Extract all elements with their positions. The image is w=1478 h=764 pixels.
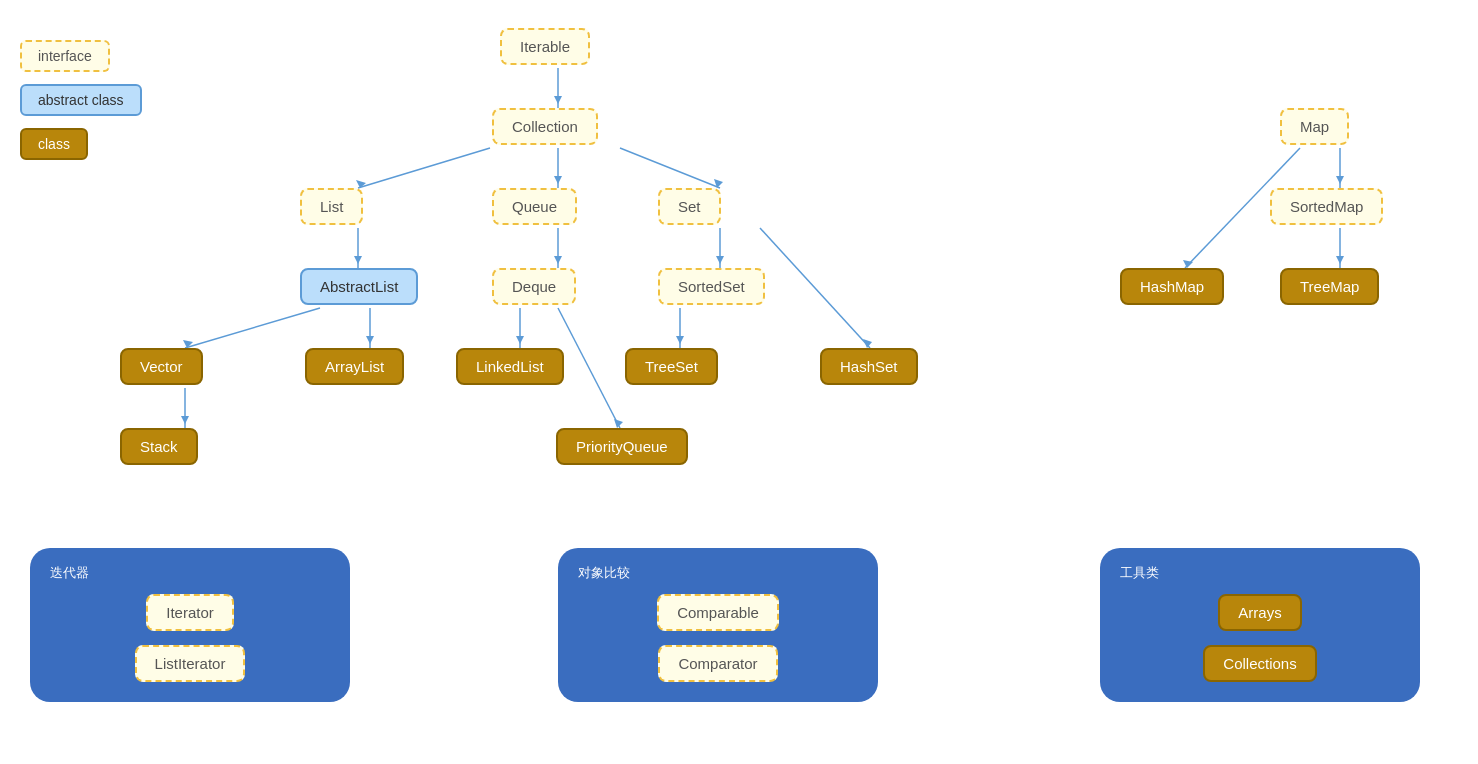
- legend-interface-box: interface: [20, 40, 110, 72]
- group-iterators-label: 迭代器: [50, 564, 330, 582]
- svg-marker-1: [554, 96, 562, 104]
- node-deque: Deque: [492, 268, 576, 305]
- svg-marker-27: [614, 419, 623, 428]
- svg-marker-25: [181, 416, 189, 424]
- svg-marker-19: [516, 336, 524, 344]
- svg-marker-33: [1336, 256, 1344, 264]
- group-utilities-items: Arrays Collections: [1120, 594, 1400, 682]
- node-iterator: Iterator: [146, 594, 234, 631]
- svg-line-14: [185, 308, 320, 348]
- node-arraylist: ArrayList: [305, 348, 404, 385]
- legend-abstract-box: abstract class: [20, 84, 142, 116]
- node-listiterator: ListIterator: [135, 645, 246, 682]
- node-abstractlist: AbstractList: [300, 268, 418, 305]
- svg-marker-29: [1336, 176, 1344, 184]
- group-utilities-label: 工具类: [1120, 564, 1400, 582]
- svg-line-26: [558, 308, 620, 428]
- svg-marker-21: [676, 336, 684, 344]
- svg-marker-3: [356, 180, 366, 188]
- node-arrays: Arrays: [1218, 594, 1301, 631]
- node-set: Set: [658, 188, 721, 225]
- node-comparator: Comparator: [658, 645, 777, 682]
- svg-line-22: [760, 228, 870, 348]
- group-iterators: 迭代器 Iterator ListIterator: [30, 548, 350, 702]
- node-collection: Collection: [492, 108, 598, 145]
- node-vector: Vector: [120, 348, 203, 385]
- diagram-container: interface abstract class class: [0, 0, 1478, 764]
- svg-marker-15: [183, 340, 193, 348]
- legend-interface: interface: [20, 40, 142, 72]
- svg-marker-11: [554, 256, 562, 264]
- node-list: List: [300, 188, 363, 225]
- node-collections: Collections: [1203, 645, 1316, 682]
- node-treeset: TreeSet: [625, 348, 718, 385]
- legend-class: class: [20, 128, 142, 160]
- node-iterable: Iterable: [500, 28, 590, 65]
- legend: interface abstract class class: [20, 40, 142, 160]
- node-sortedset: SortedSet: [658, 268, 765, 305]
- svg-marker-23: [863, 339, 872, 348]
- group-comparators-items: Comparable Comparator: [578, 594, 858, 682]
- group-comparators: 对象比较 Comparable Comparator: [558, 548, 878, 702]
- group-utilities: 工具类 Arrays Collections: [1100, 548, 1420, 702]
- node-stack: Stack: [120, 428, 198, 465]
- svg-line-6: [620, 148, 720, 188]
- svg-marker-17: [366, 336, 374, 344]
- svg-marker-9: [354, 256, 362, 264]
- node-map: Map: [1280, 108, 1349, 145]
- group-iterators-items: Iterator ListIterator: [50, 594, 330, 682]
- node-sortedmap: SortedMap: [1270, 188, 1383, 225]
- group-comparators-label: 对象比较: [578, 564, 858, 582]
- legend-class-box: class: [20, 128, 88, 160]
- node-comparable: Comparable: [657, 594, 779, 631]
- node-queue: Queue: [492, 188, 577, 225]
- svg-marker-5: [554, 176, 562, 184]
- svg-line-2: [358, 148, 490, 188]
- svg-marker-7: [714, 179, 723, 188]
- node-treemap: TreeMap: [1280, 268, 1379, 305]
- svg-marker-13: [716, 256, 724, 264]
- legend-abstract: abstract class: [20, 84, 142, 116]
- svg-marker-31: [1183, 260, 1193, 268]
- node-priorityqueue: PriorityQueue: [556, 428, 688, 465]
- node-hashmap: HashMap: [1120, 268, 1224, 305]
- node-hashset: HashSet: [820, 348, 918, 385]
- node-linkedlist: LinkedList: [456, 348, 564, 385]
